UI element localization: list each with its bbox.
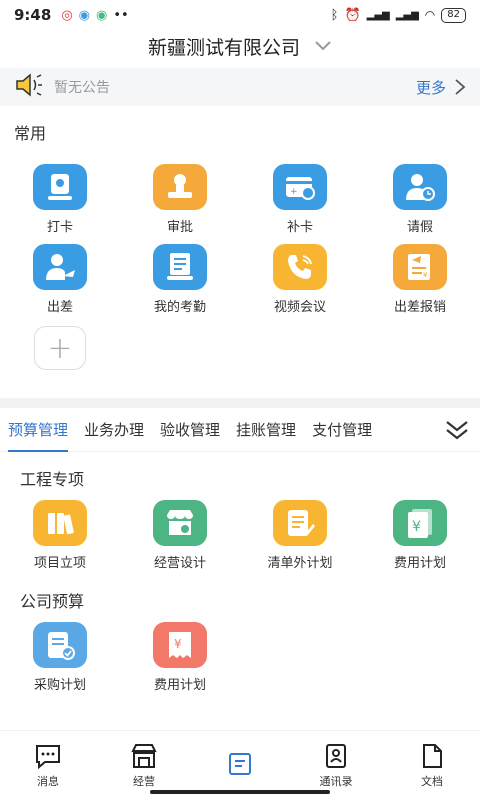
grid-item-leave[interactable]: 请假 [360,164,480,244]
grid-item-clockin[interactable]: 打卡 [0,164,120,244]
grid-label: 清单外计划 [267,556,333,571]
tab-account-management[interactable]: 挂账管理 [236,408,296,452]
business-trip-icon [33,244,87,290]
notice-text: 暂无公告 [54,80,110,96]
app-icon-2: ◉ [96,7,108,23]
section-divider [0,398,480,408]
grid-item-trip-reimbursement[interactable]: ¥ 出差报销 [360,244,480,324]
receipt-icon: ¥ [153,622,207,668]
grid-item-card-refill[interactable]: + 补卡 [240,164,360,244]
grid-item-purchase-plan[interactable]: 采购计划 [0,622,120,702]
grid-label: 出差 [46,300,73,315]
tab-budget-management[interactable]: 预算管理 [8,408,69,452]
nav-label: 文档 [421,774,443,788]
grid-item-cost-plan[interactable]: ¥ 费用计划 [360,500,480,580]
contacts-icon [326,743,346,768]
section-title-engineering: 工程专项 [20,470,85,489]
home-indicator [150,790,330,794]
grid-item-approval[interactable]: 审批 [120,164,240,244]
add-shortcut-button[interactable]: + [34,326,86,370]
project-init-icon [33,500,87,546]
grid-label: 经营设计 [153,556,206,571]
grid-label: 补卡 [286,220,313,235]
grid-item-business-design[interactable]: 经营设计 [120,500,240,580]
nav-label: 消息 [37,774,59,788]
grid-item-project-init[interactable]: 项目立项 [0,500,120,580]
document-icon [423,743,442,768]
notice-bar[interactable]: 暂无公告 更多 [0,68,480,106]
svg-text:¥: ¥ [423,271,428,279]
battery-indicator: 82 [441,7,466,23]
grid-label: 打卡 [46,220,73,235]
plus-icon: + [47,330,73,366]
card-refill-icon: + [273,164,327,210]
svg-text:¥: ¥ [412,519,421,535]
section-title-common: 常用 [14,124,47,143]
grid-label: 出差报销 [393,300,446,315]
tab-payment-management[interactable]: 支付管理 [312,408,372,452]
video-call-icon [273,244,327,290]
app-icon-1: ◉ [78,7,90,23]
double-chevron-down-icon[interactable] [444,418,470,442]
store-design-icon [153,500,207,546]
svg-text:+: + [290,187,298,197]
my-attendance-icon [153,244,207,290]
category-tabs: 预算管理 业务办理 验收管理 挂账管理 支付管理 [0,408,480,452]
more-dots-icon: •• [113,7,129,23]
bluetooth-icon: ᛒ [330,7,339,23]
cost-plan-icon: ¥ [393,500,447,546]
shop-icon [131,743,157,768]
signal-icon: ▂▄▆ [366,9,390,21]
nav-label: 通讯录 [319,774,353,788]
company-selector[interactable]: 新疆测试有限公司 [0,30,480,62]
nav-label: 经营 [133,774,155,788]
doc-edit-icon [273,500,327,546]
status-time: 9:48 [14,6,52,24]
grid-label: 我的考勤 [153,300,206,315]
status-right: ᛒ ⏰ ▂▄▆ ▂▄▆ ◠ 82 [330,7,466,23]
message-icon [36,744,60,769]
company-title: 新疆测试有限公司 [147,36,300,59]
weibo-icon: ◎ [61,7,73,23]
tab-business-handling[interactable]: 业务办理 [84,408,144,452]
speaker-icon [14,72,44,102]
grid-item-business-trip[interactable]: 出差 [0,244,120,324]
grid-item-my-attendance[interactable]: 我的考勤 [120,244,240,324]
grid-item-expense-plan[interactable]: ¥ 费用计划 [120,622,240,702]
notice-more-link[interactable]: 更多 [416,77,466,98]
grid-item-off-list-plan[interactable]: 清单外计划 [240,500,360,580]
reimbursement-icon: ¥ [393,244,447,290]
notice-more-label: 更多 [415,78,446,97]
nav-item-documents[interactable]: 文档 [384,731,480,800]
grid-label: 费用计划 [393,556,446,571]
alarm-icon: ⏰ [344,7,361,23]
attendance-icon [33,164,87,210]
signal-icon-2: ▂▄▆ [395,9,419,21]
grid-item-video-meeting[interactable]: 视频会议 [240,244,360,324]
grid-label: 视频会议 [273,300,326,315]
grid-label: 项目立项 [33,556,86,571]
status-app-icons: ◎ ◉ ◉ •• [61,8,128,23]
workbench-icon [229,752,251,775]
section-title-company-budget: 公司预算 [20,592,85,611]
tab-acceptance-management[interactable]: 验收管理 [160,408,220,452]
grid-label: 审批 [166,220,193,235]
leave-clock-icon [393,164,447,210]
status-bar: 9:48 ◎ ◉ ◉ •• ᛒ ⏰ ▂▄▆ ▂▄▆ ◠ 82 [0,0,480,30]
svg-text:¥: ¥ [174,637,182,651]
grid-label: 费用计划 [153,678,206,693]
grid-label: 请假 [406,220,433,235]
wifi-icon: ◠ [424,8,436,22]
chevron-right-icon [455,79,466,95]
nav-item-messages[interactable]: 消息 [0,731,96,800]
grid-label: 采购计划 [33,678,86,693]
approval-stamp-icon [153,164,207,210]
purchase-plan-icon [33,622,87,668]
chevron-down-icon [314,37,332,56]
